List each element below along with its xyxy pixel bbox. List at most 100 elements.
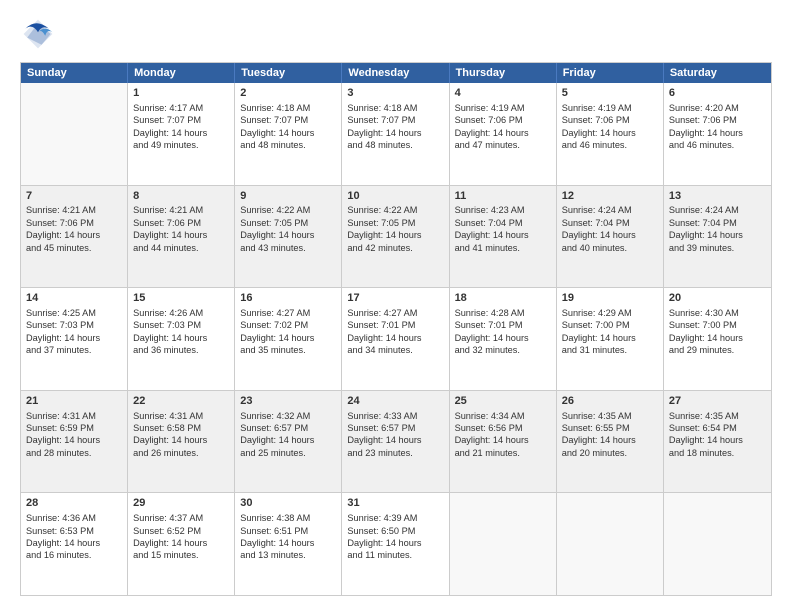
day-info-line: Daylight: 14 hours — [240, 127, 336, 139]
header-day-wednesday: Wednesday — [342, 63, 449, 83]
day-number: 15 — [133, 291, 229, 306]
day-info-line: and 48 minutes. — [240, 139, 336, 151]
day-info-line: and 43 minutes. — [240, 242, 336, 254]
day-info-line: Sunset: 6:50 PM — [347, 525, 443, 537]
cal-cell-1-1: 8Sunrise: 4:21 AMSunset: 7:06 PMDaylight… — [128, 186, 235, 288]
day-info-line: and 26 minutes. — [133, 447, 229, 459]
cal-cell-4-0: 28Sunrise: 4:36 AMSunset: 6:53 PMDayligh… — [21, 493, 128, 595]
cal-cell-4-5 — [557, 493, 664, 595]
day-info-line: Sunset: 7:06 PM — [26, 217, 122, 229]
day-number: 2 — [240, 86, 336, 101]
day-info-line: Daylight: 14 hours — [26, 434, 122, 446]
calendar-row-3: 21Sunrise: 4:31 AMSunset: 6:59 PMDayligh… — [21, 390, 771, 493]
day-info-line: and 41 minutes. — [455, 242, 551, 254]
day-info-line: Daylight: 14 hours — [347, 537, 443, 549]
day-info-line: Sunset: 7:02 PM — [240, 319, 336, 331]
day-info-line: and 45 minutes. — [26, 242, 122, 254]
day-info-line: Sunset: 7:01 PM — [347, 319, 443, 331]
header-day-monday: Monday — [128, 63, 235, 83]
day-number: 7 — [26, 189, 122, 204]
day-info-line: Daylight: 14 hours — [347, 127, 443, 139]
day-number: 26 — [562, 394, 658, 409]
day-number: 20 — [669, 291, 766, 306]
day-number: 31 — [347, 496, 443, 511]
day-info-line: Sunset: 7:06 PM — [562, 114, 658, 126]
day-info-line: Sunrise: 4:19 AM — [562, 102, 658, 114]
cal-cell-2-5: 19Sunrise: 4:29 AMSunset: 7:00 PMDayligh… — [557, 288, 664, 390]
cal-cell-3-6: 27Sunrise: 4:35 AMSunset: 6:54 PMDayligh… — [664, 391, 771, 493]
day-info-line: Daylight: 14 hours — [562, 332, 658, 344]
day-info-line: Sunrise: 4:31 AM — [133, 410, 229, 422]
day-info-line: Sunrise: 4:25 AM — [26, 307, 122, 319]
day-info-line: Sunset: 7:04 PM — [562, 217, 658, 229]
day-info-line: and 36 minutes. — [133, 344, 229, 356]
cal-cell-4-3: 31Sunrise: 4:39 AMSunset: 6:50 PMDayligh… — [342, 493, 449, 595]
page: SundayMondayTuesdayWednesdayThursdayFrid… — [0, 0, 792, 612]
day-info-line: Sunrise: 4:33 AM — [347, 410, 443, 422]
cal-cell-1-5: 12Sunrise: 4:24 AMSunset: 7:04 PMDayligh… — [557, 186, 664, 288]
cal-cell-0-4: 4Sunrise: 4:19 AMSunset: 7:06 PMDaylight… — [450, 83, 557, 185]
day-info-line: and 42 minutes. — [347, 242, 443, 254]
day-info-line: and 28 minutes. — [26, 447, 122, 459]
day-number: 19 — [562, 291, 658, 306]
day-info-line: Daylight: 14 hours — [562, 229, 658, 241]
day-number: 14 — [26, 291, 122, 306]
day-info-line: Daylight: 14 hours — [562, 434, 658, 446]
cal-cell-2-4: 18Sunrise: 4:28 AMSunset: 7:01 PMDayligh… — [450, 288, 557, 390]
day-info-line: Sunset: 6:51 PM — [240, 525, 336, 537]
logo-icon — [20, 16, 56, 52]
day-number: 6 — [669, 86, 766, 101]
day-info-line: Daylight: 14 hours — [240, 229, 336, 241]
day-number: 28 — [26, 496, 122, 511]
day-info-line: Daylight: 14 hours — [133, 332, 229, 344]
day-info-line: and 49 minutes. — [133, 139, 229, 151]
day-info-line: Sunset: 6:58 PM — [133, 422, 229, 434]
day-info-line: Sunrise: 4:24 AM — [669, 204, 766, 216]
day-info-line: Sunset: 7:07 PM — [347, 114, 443, 126]
day-info-line: Daylight: 14 hours — [240, 434, 336, 446]
day-info-line: and 18 minutes. — [669, 447, 766, 459]
day-number: 4 — [455, 86, 551, 101]
day-info-line: Sunrise: 4:19 AM — [455, 102, 551, 114]
day-info-line: Sunrise: 4:38 AM — [240, 512, 336, 524]
cal-cell-1-6: 13Sunrise: 4:24 AMSunset: 7:04 PMDayligh… — [664, 186, 771, 288]
day-info-line: Sunset: 7:03 PM — [26, 319, 122, 331]
cal-cell-1-3: 10Sunrise: 4:22 AMSunset: 7:05 PMDayligh… — [342, 186, 449, 288]
cal-cell-2-3: 17Sunrise: 4:27 AMSunset: 7:01 PMDayligh… — [342, 288, 449, 390]
day-info-line: Sunrise: 4:26 AM — [133, 307, 229, 319]
day-info-line: and 13 minutes. — [240, 549, 336, 561]
day-info-line: Sunset: 6:52 PM — [133, 525, 229, 537]
day-info-line: and 35 minutes. — [240, 344, 336, 356]
cal-cell-4-1: 29Sunrise: 4:37 AMSunset: 6:52 PMDayligh… — [128, 493, 235, 595]
calendar-row-0: 1Sunrise: 4:17 AMSunset: 7:07 PMDaylight… — [21, 83, 771, 185]
day-number: 11 — [455, 189, 551, 204]
day-info-line: Sunrise: 4:36 AM — [26, 512, 122, 524]
calendar: SundayMondayTuesdayWednesdayThursdayFrid… — [20, 62, 772, 596]
day-info-line: Sunset: 6:57 PM — [347, 422, 443, 434]
cal-cell-0-0 — [21, 83, 128, 185]
day-info-line: Daylight: 14 hours — [455, 127, 551, 139]
cal-cell-4-6 — [664, 493, 771, 595]
day-info-line: Sunset: 7:04 PM — [669, 217, 766, 229]
cal-cell-0-3: 3Sunrise: 4:18 AMSunset: 7:07 PMDaylight… — [342, 83, 449, 185]
day-info-line: Sunset: 7:06 PM — [133, 217, 229, 229]
day-number: 5 — [562, 86, 658, 101]
cal-cell-2-1: 15Sunrise: 4:26 AMSunset: 7:03 PMDayligh… — [128, 288, 235, 390]
header — [20, 16, 772, 52]
day-info-line: Daylight: 14 hours — [133, 537, 229, 549]
day-number: 30 — [240, 496, 336, 511]
cal-cell-3-4: 25Sunrise: 4:34 AMSunset: 6:56 PMDayligh… — [450, 391, 557, 493]
day-info-line: Daylight: 14 hours — [455, 332, 551, 344]
day-number: 21 — [26, 394, 122, 409]
day-number: 29 — [133, 496, 229, 511]
day-info-line: Sunrise: 4:32 AM — [240, 410, 336, 422]
day-info-line: Daylight: 14 hours — [669, 434, 766, 446]
day-info-line: and 20 minutes. — [562, 447, 658, 459]
day-number: 23 — [240, 394, 336, 409]
day-info-line: Sunset: 6:55 PM — [562, 422, 658, 434]
day-number: 12 — [562, 189, 658, 204]
day-info-line: Daylight: 14 hours — [26, 332, 122, 344]
cal-cell-3-2: 23Sunrise: 4:32 AMSunset: 6:57 PMDayligh… — [235, 391, 342, 493]
day-number: 18 — [455, 291, 551, 306]
day-number: 17 — [347, 291, 443, 306]
